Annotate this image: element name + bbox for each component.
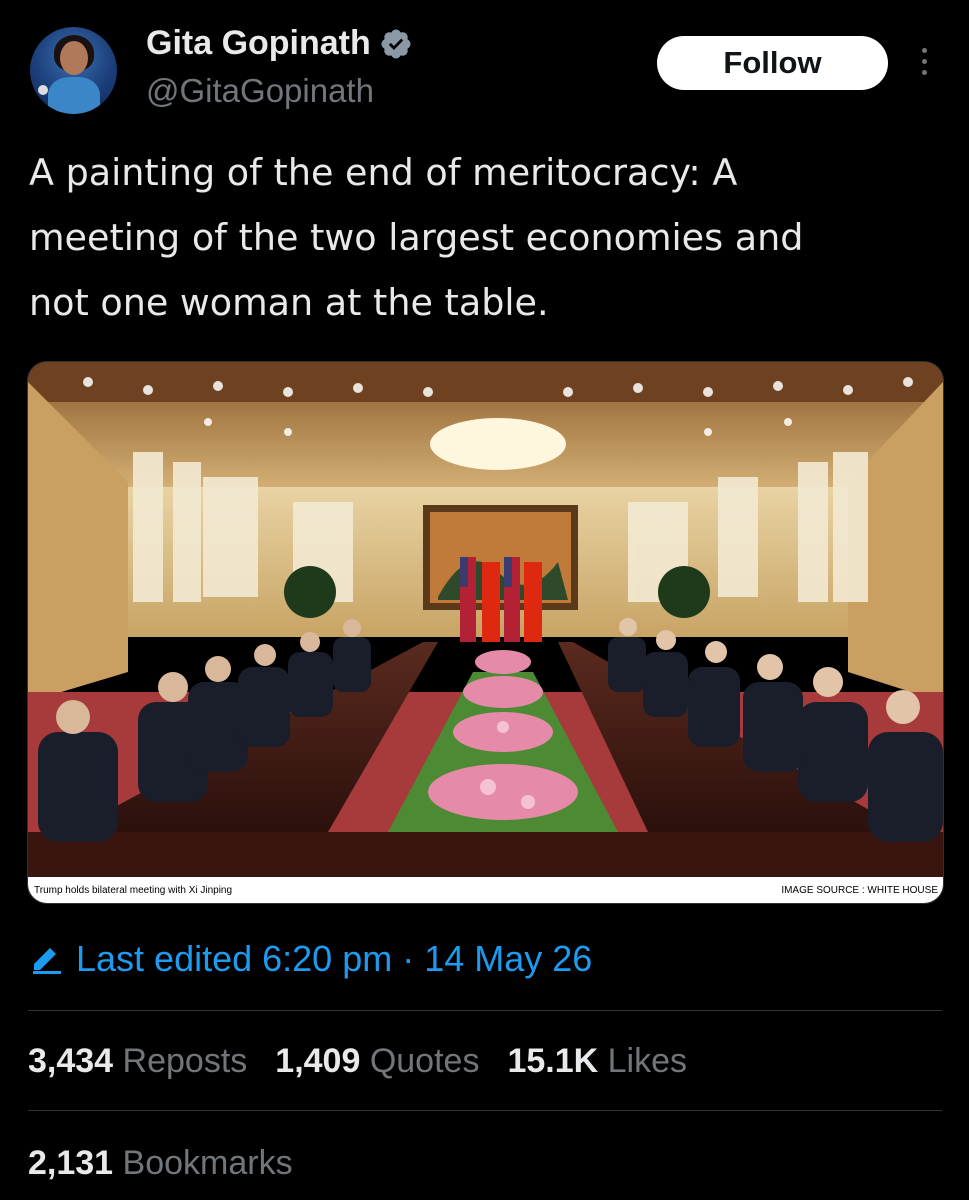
more-dot [921, 59, 927, 64]
author-avatar[interactable] [30, 27, 117, 114]
author-name-row[interactable]: Gita Gopinath [146, 24, 413, 63]
last-edited-link[interactable]: Last edited 6:20 pm · 14 May 26 [30, 938, 592, 980]
avatar-body [48, 77, 100, 114]
more-options-icon[interactable] [912, 44, 936, 84]
tweet-text-line: A painting of the end of meritocracy: A [29, 151, 738, 194]
caption-right: IMAGE SOURCE : WHITE HOUSE [781, 885, 938, 896]
last-edited-label[interactable]: Last edited 6:20 pm · 14 May 26 [76, 938, 592, 980]
verified-badge-icon [381, 28, 411, 59]
engagement-stats: 3,434 Reposts 1,409 Quotes 15.1K Likes [28, 1042, 687, 1081]
bookmarks-count: 2,131 [28, 1144, 114, 1182]
more-dot [921, 70, 927, 75]
tweet-text: A painting of the end of meritocracy: A … [29, 140, 944, 335]
bookmarks-label: Bookmarks [122, 1144, 293, 1182]
caption-left: Trump holds bilateral meeting with Xi Ji… [34, 885, 232, 896]
quotes-count: 1,409 [275, 1042, 361, 1080]
author-handle[interactable]: @GitaGopinath [146, 72, 374, 110]
divider [28, 1110, 942, 1111]
meeting-room-photo: Trump holds bilateral meeting with Xi Ji… [28, 362, 943, 903]
likes-stat[interactable]: 15.1K Likes [507, 1042, 687, 1081]
tweet-text-line: not one woman at the table. [29, 281, 549, 324]
follow-button[interactable]: Follow [657, 36, 888, 90]
more-dot [921, 48, 927, 53]
likes-count: 15.1K [507, 1042, 599, 1080]
avatar-face [60, 41, 88, 75]
quotes-stat[interactable]: 1,409 Quotes [275, 1042, 479, 1081]
reposts-stat[interactable]: 3,434 Reposts [28, 1042, 247, 1081]
likes-label: Likes [607, 1042, 688, 1080]
tweet-media-image[interactable]: Trump holds bilateral meeting with Xi Ji… [27, 361, 944, 904]
author-name[interactable]: Gita Gopinath [146, 24, 371, 63]
reposts-label: Reposts [122, 1042, 248, 1080]
quotes-label: Quotes [369, 1042, 480, 1080]
bookmarks-stat[interactable]: 2,131 Bookmarks [28, 1144, 293, 1183]
divider [28, 1010, 942, 1011]
avatar-mic [38, 85, 48, 95]
reposts-count: 3,434 [28, 1042, 114, 1080]
pencil-icon [33, 948, 61, 974]
tweet-text-line: meeting of the two largest economies and [29, 216, 804, 259]
